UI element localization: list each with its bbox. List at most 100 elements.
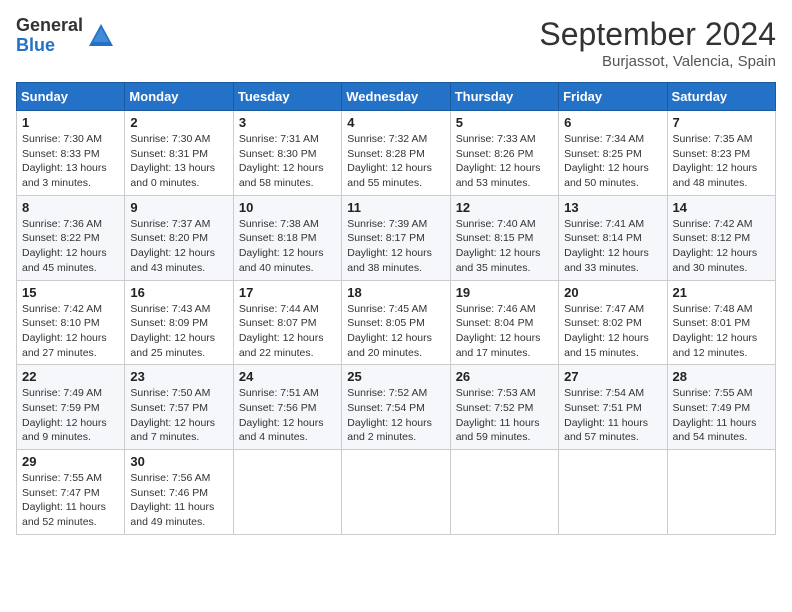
day-info: Sunrise: 7:32 AMSunset: 8:28 PMDaylight:… <box>347 133 432 189</box>
day-number: 25 <box>347 369 444 384</box>
day-number: 9 <box>130 200 227 215</box>
day-info: Sunrise: 7:46 AMSunset: 8:04 PMDaylight:… <box>456 303 541 359</box>
day-number: 2 <box>130 115 227 130</box>
day-info: Sunrise: 7:38 AMSunset: 8:18 PMDaylight:… <box>239 218 324 274</box>
table-row: 7 Sunrise: 7:35 AMSunset: 8:23 PMDayligh… <box>667 111 775 196</box>
table-row: 27 Sunrise: 7:54 AMSunset: 7:51 PMDaylig… <box>559 365 667 450</box>
day-number: 14 <box>673 200 770 215</box>
day-info: Sunrise: 7:33 AMSunset: 8:26 PMDaylight:… <box>456 133 541 189</box>
empty-cell <box>450 450 558 535</box>
table-row: 15 Sunrise: 7:42 AMSunset: 8:10 PMDaylig… <box>17 280 125 365</box>
logo-icon <box>87 22 115 50</box>
day-number: 19 <box>456 285 553 300</box>
day-number: 4 <box>347 115 444 130</box>
logo-general: General <box>16 16 83 36</box>
day-number: 10 <box>239 200 336 215</box>
table-row: 8 Sunrise: 7:36 AMSunset: 8:22 PMDayligh… <box>17 195 125 280</box>
day-info: Sunrise: 7:49 AMSunset: 7:59 PMDaylight:… <box>22 387 107 443</box>
day-number: 5 <box>456 115 553 130</box>
col-thursday: Thursday <box>450 83 558 111</box>
day-number: 1 <box>22 115 119 130</box>
col-friday: Friday <box>559 83 667 111</box>
day-info: Sunrise: 7:31 AMSunset: 8:30 PMDaylight:… <box>239 133 324 189</box>
table-row: 12 Sunrise: 7:40 AMSunset: 8:15 PMDaylig… <box>450 195 558 280</box>
day-info: Sunrise: 7:42 AMSunset: 8:12 PMDaylight:… <box>673 218 758 274</box>
day-number: 29 <box>22 454 119 469</box>
location: Burjassot, Valencia, Spain <box>539 53 776 70</box>
col-sunday: Sunday <box>17 83 125 111</box>
day-info: Sunrise: 7:51 AMSunset: 7:56 PMDaylight:… <box>239 387 324 443</box>
day-info: Sunrise: 7:36 AMSunset: 8:22 PMDaylight:… <box>22 218 107 274</box>
day-number: 27 <box>564 369 661 384</box>
day-info: Sunrise: 7:40 AMSunset: 8:15 PMDaylight:… <box>456 218 541 274</box>
table-row: 22 Sunrise: 7:49 AMSunset: 7:59 PMDaylig… <box>17 365 125 450</box>
day-number: 18 <box>347 285 444 300</box>
table-row: 4 Sunrise: 7:32 AMSunset: 8:28 PMDayligh… <box>342 111 450 196</box>
day-info: Sunrise: 7:30 AMSunset: 8:33 PMDaylight:… <box>22 133 107 189</box>
col-wednesday: Wednesday <box>342 83 450 111</box>
day-info: Sunrise: 7:45 AMSunset: 8:05 PMDaylight:… <box>347 303 432 359</box>
empty-cell <box>559 450 667 535</box>
calendar-row: 22 Sunrise: 7:49 AMSunset: 7:59 PMDaylig… <box>17 365 776 450</box>
day-number: 8 <box>22 200 119 215</box>
day-number: 17 <box>239 285 336 300</box>
logo-blue: Blue <box>16 36 83 56</box>
day-info: Sunrise: 7:56 AMSunset: 7:46 PMDaylight:… <box>130 472 214 528</box>
table-row: 20 Sunrise: 7:47 AMSunset: 8:02 PMDaylig… <box>559 280 667 365</box>
table-row: 10 Sunrise: 7:38 AMSunset: 8:18 PMDaylig… <box>233 195 341 280</box>
table-row: 23 Sunrise: 7:50 AMSunset: 7:57 PMDaylig… <box>125 365 233 450</box>
day-info: Sunrise: 7:55 AMSunset: 7:47 PMDaylight:… <box>22 472 106 528</box>
day-number: 22 <box>22 369 119 384</box>
calendar-row: 29 Sunrise: 7:55 AMSunset: 7:47 PMDaylig… <box>17 450 776 535</box>
calendar-table: Sunday Monday Tuesday Wednesday Thursday… <box>16 82 776 535</box>
table-row: 1 Sunrise: 7:30 AMSunset: 8:33 PMDayligh… <box>17 111 125 196</box>
day-number: 28 <box>673 369 770 384</box>
table-row: 26 Sunrise: 7:53 AMSunset: 7:52 PMDaylig… <box>450 365 558 450</box>
day-info: Sunrise: 7:48 AMSunset: 8:01 PMDaylight:… <box>673 303 758 359</box>
day-info: Sunrise: 7:43 AMSunset: 8:09 PMDaylight:… <box>130 303 215 359</box>
day-number: 3 <box>239 115 336 130</box>
day-number: 7 <box>673 115 770 130</box>
day-info: Sunrise: 7:47 AMSunset: 8:02 PMDaylight:… <box>564 303 649 359</box>
table-row: 6 Sunrise: 7:34 AMSunset: 8:25 PMDayligh… <box>559 111 667 196</box>
day-number: 24 <box>239 369 336 384</box>
day-info: Sunrise: 7:30 AMSunset: 8:31 PMDaylight:… <box>130 133 215 189</box>
day-info: Sunrise: 7:39 AMSunset: 8:17 PMDaylight:… <box>347 218 432 274</box>
calendar-row: 1 Sunrise: 7:30 AMSunset: 8:33 PMDayligh… <box>17 111 776 196</box>
day-info: Sunrise: 7:42 AMSunset: 8:10 PMDaylight:… <box>22 303 107 359</box>
day-number: 23 <box>130 369 227 384</box>
table-row: 5 Sunrise: 7:33 AMSunset: 8:26 PMDayligh… <box>450 111 558 196</box>
calendar-row: 8 Sunrise: 7:36 AMSunset: 8:22 PMDayligh… <box>17 195 776 280</box>
empty-cell <box>342 450 450 535</box>
table-row: 28 Sunrise: 7:55 AMSunset: 7:49 PMDaylig… <box>667 365 775 450</box>
day-number: 13 <box>564 200 661 215</box>
day-number: 16 <box>130 285 227 300</box>
day-info: Sunrise: 7:34 AMSunset: 8:25 PMDaylight:… <box>564 133 649 189</box>
table-row: 16 Sunrise: 7:43 AMSunset: 8:09 PMDaylig… <box>125 280 233 365</box>
day-number: 30 <box>130 454 227 469</box>
day-info: Sunrise: 7:35 AMSunset: 8:23 PMDaylight:… <box>673 133 758 189</box>
day-info: Sunrise: 7:54 AMSunset: 7:51 PMDaylight:… <box>564 387 648 443</box>
col-monday: Monday <box>125 83 233 111</box>
logo: General Blue <box>16 16 115 56</box>
table-row: 2 Sunrise: 7:30 AMSunset: 8:31 PMDayligh… <box>125 111 233 196</box>
title-block: September 2024 Burjassot, Valencia, Spai… <box>539 16 776 70</box>
table-row: 9 Sunrise: 7:37 AMSunset: 8:20 PMDayligh… <box>125 195 233 280</box>
table-row: 14 Sunrise: 7:42 AMSunset: 8:12 PMDaylig… <box>667 195 775 280</box>
table-row: 29 Sunrise: 7:55 AMSunset: 7:47 PMDaylig… <box>17 450 125 535</box>
table-row: 24 Sunrise: 7:51 AMSunset: 7:56 PMDaylig… <box>233 365 341 450</box>
col-saturday: Saturday <box>667 83 775 111</box>
day-number: 11 <box>347 200 444 215</box>
empty-cell <box>667 450 775 535</box>
day-number: 20 <box>564 285 661 300</box>
table-row: 21 Sunrise: 7:48 AMSunset: 8:01 PMDaylig… <box>667 280 775 365</box>
day-number: 6 <box>564 115 661 130</box>
day-number: 21 <box>673 285 770 300</box>
table-row: 25 Sunrise: 7:52 AMSunset: 7:54 PMDaylig… <box>342 365 450 450</box>
page-header: General Blue September 2024 Burjassot, V… <box>16 16 776 70</box>
month-year: September 2024 <box>539 16 776 53</box>
calendar-header-row: Sunday Monday Tuesday Wednesday Thursday… <box>17 83 776 111</box>
col-tuesday: Tuesday <box>233 83 341 111</box>
table-row: 3 Sunrise: 7:31 AMSunset: 8:30 PMDayligh… <box>233 111 341 196</box>
day-number: 12 <box>456 200 553 215</box>
